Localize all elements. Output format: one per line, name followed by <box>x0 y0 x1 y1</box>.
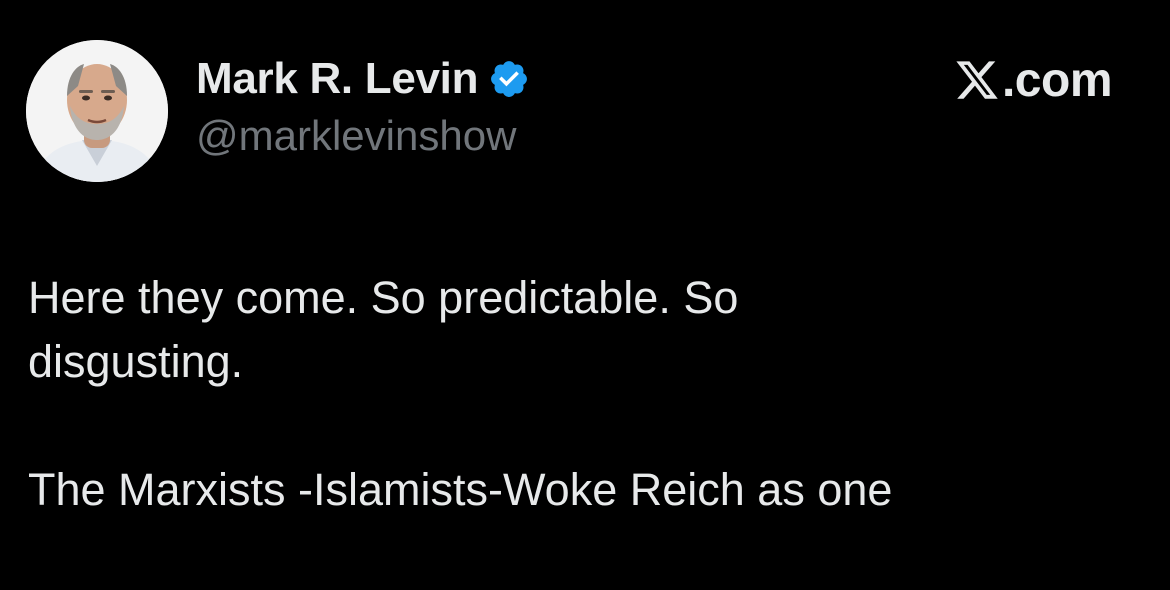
author-handle[interactable]: @marklevinshow <box>196 112 516 160</box>
tweet-text: Here they come. So predictable. So disgu… <box>28 266 1128 522</box>
tweet-line: disgusting. <box>28 336 244 387</box>
verified-badge-icon <box>488 58 530 100</box>
tweet-line: Here they come. So predictable. So <box>28 272 739 323</box>
avatar-photo-icon <box>26 40 168 182</box>
author-name[interactable]: Mark R. Levin <box>196 54 478 104</box>
brand-domain: .com <box>1001 53 1113 107</box>
tweet-card: Mark R. Levin @marklevinshow .com Here t… <box>0 0 1170 590</box>
x-logo-icon <box>954 57 1000 103</box>
brand-watermark: .com <box>954 52 1113 108</box>
author-name-row: Mark R. Levin <box>196 52 530 106</box>
tweet-line: The Marxists -Islamists-Woke Reich as on… <box>28 464 893 515</box>
avatar[interactable] <box>26 40 168 182</box>
